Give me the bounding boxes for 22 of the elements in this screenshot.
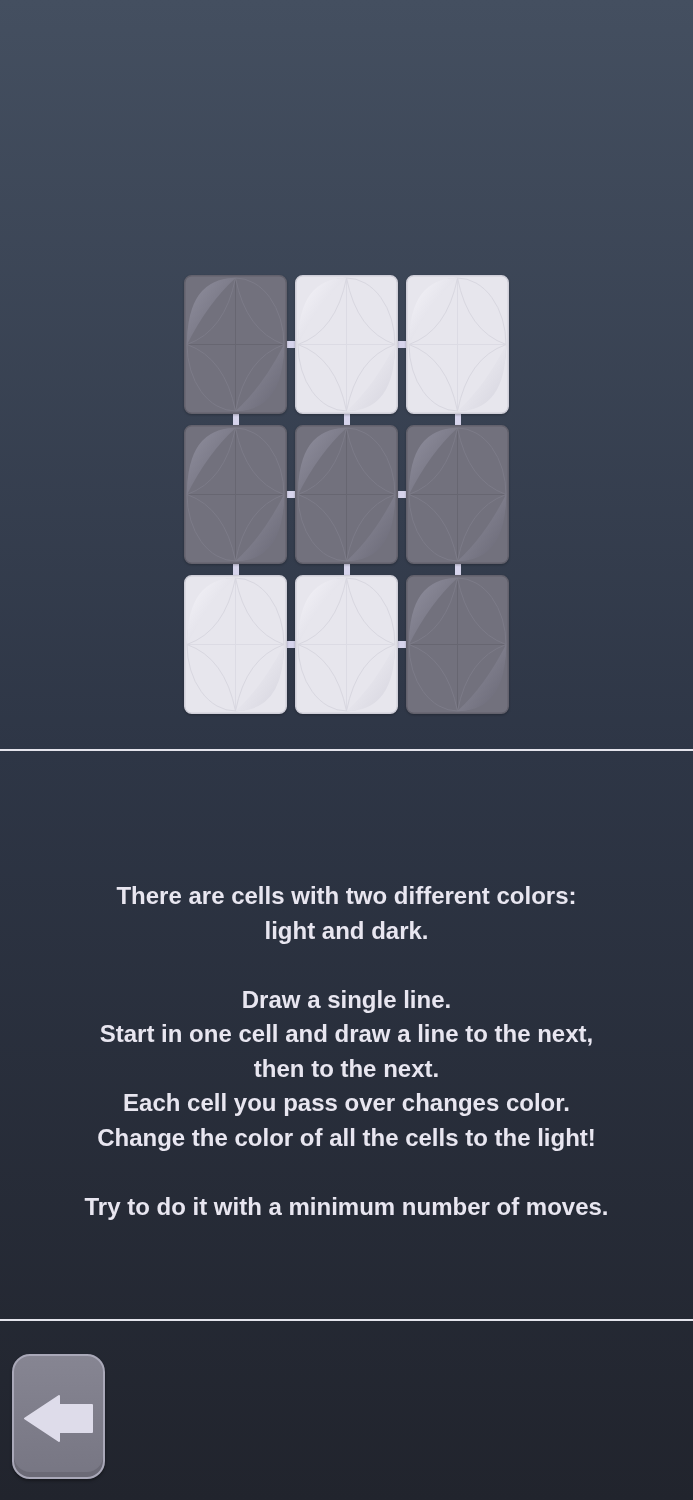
- puzzle-cell[interactable]: [184, 275, 287, 414]
- puzzle-cell[interactable]: [406, 575, 509, 714]
- connector-icon: [454, 413, 461, 426]
- instruction-text: Draw a single line. Start in one cell and draw a line to the next, then to the next. Each cell you pass over changes color. Change the color of all the cells to the light!: [97, 984, 596, 1153]
- instruction-text: Try to do it with a minimum number of moves.: [84, 1191, 609, 1222]
- puzzle-cell[interactable]: [406, 425, 509, 564]
- connector-icon: [397, 641, 407, 648]
- connector-icon: [343, 563, 350, 576]
- connector-icon: [286, 641, 296, 648]
- puzzle-cell[interactable]: [295, 425, 398, 564]
- back-button[interactable]: [12, 1354, 105, 1479]
- connector-icon: [397, 341, 407, 348]
- connector-icon: [286, 341, 296, 348]
- arrow-left-icon: [24, 1395, 93, 1442]
- connector-icon: [232, 563, 239, 576]
- puzzle-cell[interactable]: [184, 425, 287, 564]
- connector-icon: [454, 563, 461, 576]
- connector-icon: [343, 413, 350, 426]
- connector-icon: [286, 491, 296, 498]
- connector-icon: [232, 413, 239, 426]
- connector-icon: [397, 491, 407, 498]
- instruction-text: There are cells with two different colors: light and dark.: [116, 881, 577, 946]
